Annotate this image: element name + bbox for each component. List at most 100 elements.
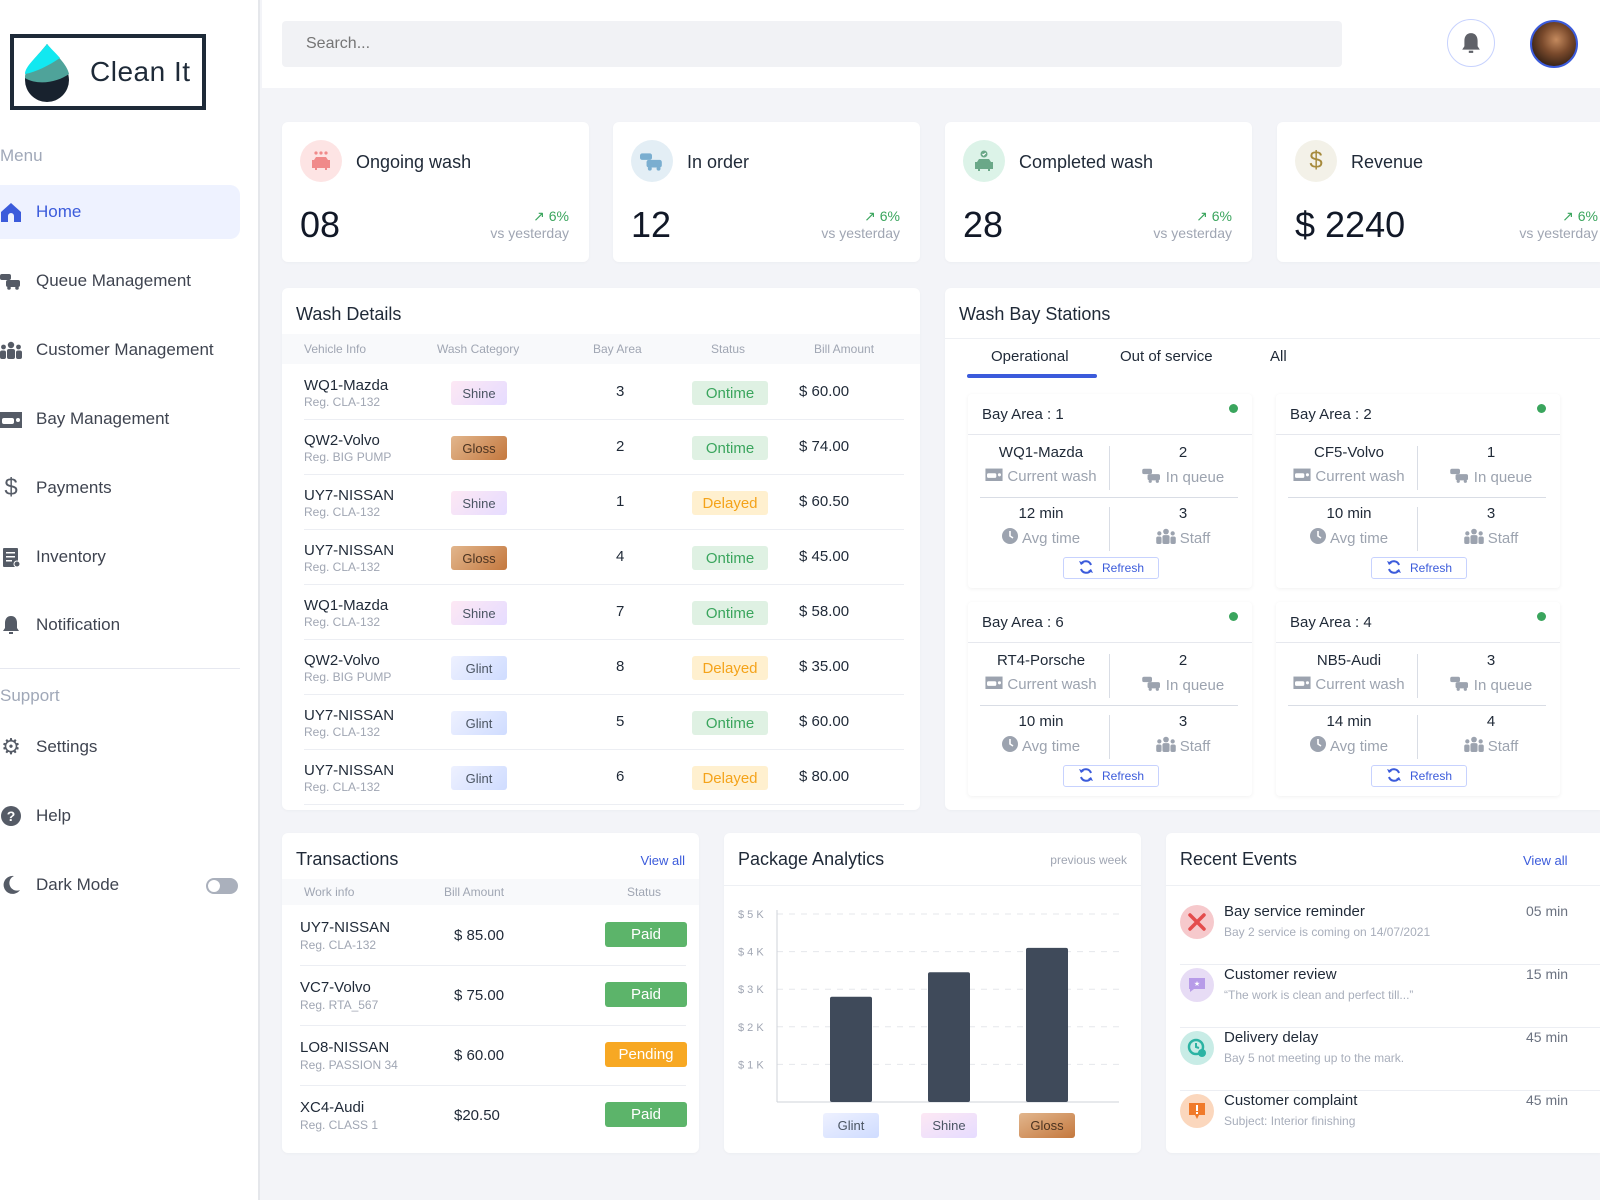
sidebar-item-label: Inventory (36, 547, 106, 566)
menu-section-label: Menu (0, 146, 43, 165)
event-list-item[interactable]: Delivery delay Bay 5 not meeting up to th… (1180, 1027, 1600, 1091)
users-icon (0, 339, 22, 361)
bay-area-value: 4 (616, 548, 625, 565)
sidebar-item-dark-mode: Dark Mode (0, 858, 240, 912)
divider (1288, 705, 1546, 706)
wash-table-row[interactable]: QW2-Volvo Reg. BIG PUMP Glint 8 Delayed $ 35.… (304, 640, 904, 695)
event-list-item[interactable]: Customer complaint Subject: Interior fini… (1180, 1090, 1600, 1154)
wash-bay-stations-title: Wash Bay Stations (959, 304, 1111, 324)
sidebar-item-queue-management[interactable]: Queue Management (0, 254, 240, 308)
staff-icon (1463, 528, 1484, 548)
cars-icon (1450, 675, 1470, 695)
clock-icon (1001, 528, 1018, 548)
bay-area-value: 3 (616, 383, 625, 400)
transaction-row[interactable]: VC7-Volvo Reg. RTA_567 $ 75.00 Paid (300, 966, 687, 1026)
avg-time-value: 10 min (1018, 713, 1064, 730)
tab-operational[interactable]: Operational (991, 348, 1069, 365)
wash-table-row[interactable]: UY7-NISSAN Reg. CLA-132 Shine 1 Delayed $ 60.… (304, 475, 904, 530)
event-description: Bay 5 not meeting up to the mark. (1224, 1051, 1405, 1065)
bay-area-value: 8 (616, 658, 625, 675)
vehicle-reg: Reg. CLASS 1 (300, 1118, 379, 1132)
gear-icon: ⚙ (1, 734, 21, 759)
refresh-button[interactable]: Refresh (1371, 557, 1467, 579)
avg-time-label: Avg time (1329, 529, 1389, 547)
wash-table-row[interactable]: UY7-NISSAN Reg. CLA-132 Gloss 4 Ontime $ 45.0… (304, 530, 904, 585)
sidebar-item-settings[interactable]: ⚙ Settings (0, 720, 240, 774)
stat-card-completed-wash: Completed wash 28 ↗ 6% vs yesterday (945, 122, 1252, 262)
current-vehicle: CF5-Volvo (1313, 444, 1385, 461)
sidebar-item-notification[interactable]: Notification (0, 598, 240, 652)
wash-category-badge: Gloss (451, 546, 507, 570)
x-tick-label: Glint (838, 1118, 865, 1133)
tab-all[interactable]: All (1270, 348, 1287, 365)
transaction-row[interactable]: LO8-NISSAN Reg. PASSION 34 $ 60.00 Pending (300, 1026, 687, 1086)
sidebar-item-customer-management[interactable]: Customer Management (0, 323, 240, 377)
divider (968, 434, 1252, 435)
wash-table-row[interactable]: QW2-Volvo Reg. BIG PUMP Gloss 2 Ontime $ 74.0… (304, 420, 904, 475)
refresh-button[interactable]: Refresh (1063, 557, 1159, 579)
col-vehicle-info: Vehicle Info (304, 342, 367, 356)
status-dot-operational (1537, 612, 1546, 621)
vehicle-name: VC7-Volvo (300, 979, 371, 996)
sidebar-item-label: Customer Management (36, 340, 214, 359)
sidebar-divider (0, 668, 240, 669)
sidebar-item-inventory[interactable]: Inventory (0, 530, 240, 584)
clock-icon (1309, 736, 1326, 756)
sidebar-item-home[interactable]: Home (0, 185, 240, 239)
wash-table-row[interactable]: UY7-NISSAN Reg. CLA-132 Glint 6 Delayed $ 80.… (304, 750, 904, 805)
sidebar-item-bay-management[interactable]: Bay Management (0, 392, 240, 446)
in-queue-cell: 1 In queue (1426, 444, 1556, 487)
refresh-button[interactable]: Refresh (1371, 765, 1467, 787)
bay-area-value: 6 (616, 768, 625, 785)
y-tick-label: $ 2 K (738, 1022, 764, 1034)
search-input[interactable] (282, 21, 1342, 67)
divider (1109, 715, 1110, 759)
current-wash-label: Current wash (1007, 675, 1097, 693)
current-wash-cell: WQ1-Mazda Current wash (976, 444, 1106, 485)
avg-time-cell: 10 min Avg time (1284, 505, 1414, 548)
event-list-item[interactable]: Bay service reminder Bay 2 service is com… (1180, 901, 1600, 965)
trend-up-icon: ↗ (1562, 208, 1578, 224)
bay-tabs: Operational Out of service All (967, 348, 1600, 378)
clock-icon (1309, 528, 1326, 548)
transactions-card: Transactions View all Work info Bill Amo… (282, 833, 699, 1153)
refresh-button[interactable]: Refresh (1063, 765, 1159, 787)
current-wash-label: Current wash (1007, 467, 1097, 485)
sidebar-item-label: Dark Mode (36, 875, 120, 894)
car-wash-icon (985, 675, 1003, 693)
bay-area-title: Bay Area : 4 (1290, 614, 1372, 631)
wash-table-row[interactable]: WQ1-Mazda Reg. CLA-132 Shine 3 Ontime $ 60.00 (304, 365, 904, 420)
sidebar-item-label: Notification (36, 615, 121, 634)
user-avatar[interactable] (1530, 20, 1578, 68)
bell-icon (1462, 33, 1480, 53)
event-title: Customer complaint (1224, 1092, 1358, 1109)
tab-out-of-service[interactable]: Out of service (1120, 348, 1213, 365)
app-logo[interactable]: Clean It (10, 34, 206, 110)
transactions-view-all-link[interactable]: View all (640, 853, 685, 868)
divider (1276, 434, 1560, 435)
vehicle-reg: Reg. RTA_567 (300, 998, 379, 1012)
avg-time-value: 14 min (1326, 713, 1372, 730)
col-bay-area: Bay Area (593, 342, 642, 356)
sidebar-item-help[interactable]: ? Help (0, 789, 240, 843)
stat-trend: ↗ 6% (1196, 208, 1232, 224)
recent-events-card: Recent Events View all Bay service remin… (1166, 833, 1600, 1153)
sidebar-item-payments[interactable]: $ Payments (0, 461, 240, 515)
wash-table-row[interactable]: WQ1-Mazda Reg. CLA-132 Shine 7 Ontime $ 58.00 (304, 585, 904, 640)
payment-status-badge: Pending (605, 1042, 687, 1067)
staff-count: 3 (1178, 713, 1188, 730)
notifications-button[interactable] (1447, 19, 1495, 67)
event-list-item[interactable]: ★ Customer review “The work is clean and p… (1180, 964, 1600, 1028)
status-badge: Ontime (692, 436, 768, 460)
divider (1417, 507, 1418, 551)
complaint-icon (1180, 1094, 1214, 1128)
staff-cell: 4 Staff (1426, 713, 1556, 756)
events-view-all-link[interactable]: View all (1523, 853, 1568, 868)
package-bar-chart: $ 1 K $ 2 K $ 3 K $ 4 K $ 5 K Glint Shine Gloss (738, 909, 1119, 1138)
dark-mode-toggle[interactable] (206, 878, 238, 894)
wash-table-row[interactable]: UY7-NISSAN Reg. CLA-132 Glint 5 Ontime $ 60.0… (304, 695, 904, 750)
transaction-row[interactable]: XC4-Audi Reg. CLASS 1 $20.50 Paid (300, 1086, 687, 1146)
transaction-row[interactable]: UY7-NISSAN Reg. CLA-132 $ 85.00 Paid (300, 906, 687, 966)
vehicle-reg: Reg. PASSION 34 (300, 1058, 398, 1072)
in-queue-label: In queue (1473, 676, 1533, 694)
